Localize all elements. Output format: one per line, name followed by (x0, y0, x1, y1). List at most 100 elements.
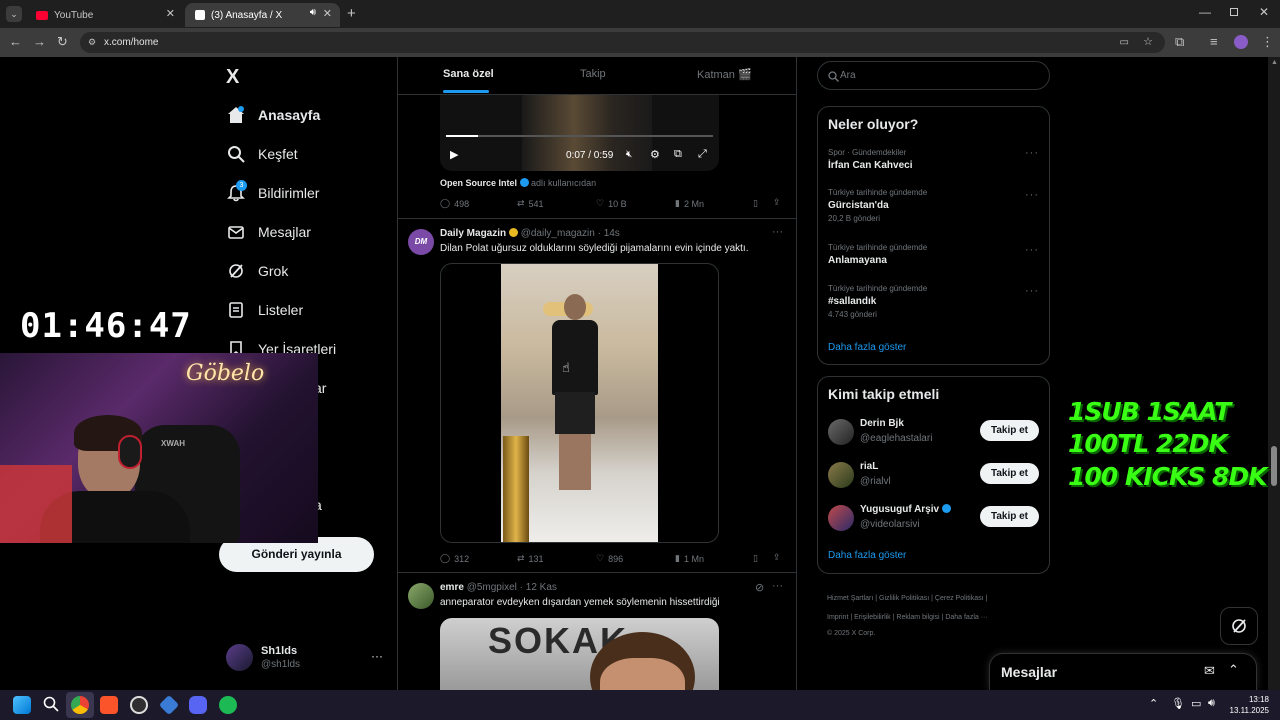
discord-icon[interactable] (189, 696, 207, 714)
tweet-3[interactable]: emre @5mgpixel · 12 Kas ⊘ ··· anneparato… (397, 573, 796, 690)
trend-item[interactable]: Türkiye tarihinde gündemde Gürcistan'da … (828, 188, 927, 223)
scroll-up-icon[interactable]: ▲ (1271, 59, 1278, 66)
reading-list-icon[interactable]: ≡ (1210, 34, 1218, 49)
tweet-media[interactable]: ☝ (440, 263, 719, 543)
author-name[interactable]: Daily Magazin (440, 228, 506, 239)
author-handle[interactable]: @5mgpixel (467, 582, 517, 593)
video-progress-track[interactable] (446, 135, 713, 137)
chevron-up-icon[interactable]: ⌃ (1149, 697, 1158, 710)
more-icon[interactable]: ··· (1025, 147, 1039, 159)
page-scrollbar[interactable]: ▲ (1268, 57, 1280, 690)
volume-icon[interactable]: 🔊︎ (1208, 697, 1215, 710)
share-icon[interactable]: ⇪ (773, 197, 781, 208)
tweet-time[interactable]: 14s (604, 228, 620, 239)
follow-button[interactable]: Takip et (980, 506, 1039, 527)
trend-item[interactable]: Türkiye tarihinde gündemde Anlamayana (828, 243, 927, 266)
obs-icon[interactable] (130, 696, 148, 714)
like-button[interactable]: ♡ 896 (596, 553, 623, 564)
avatar[interactable] (408, 583, 434, 609)
avatar[interactable]: DM (408, 229, 434, 255)
cast-icon[interactable]: ▭ (1120, 32, 1129, 53)
search-input[interactable]: Ara (817, 61, 1050, 90)
new-message-icon[interactable]: ✉ (1204, 663, 1215, 679)
back-icon[interactable]: ← (9, 34, 22, 49)
grok-floating-button[interactable] (1220, 607, 1258, 645)
x-logo-icon[interactable]: X (226, 66, 239, 89)
more-icon[interactable]: ··· (1025, 285, 1039, 297)
follow-name[interactable]: riaL (860, 461, 878, 472)
restore-button[interactable] (1230, 8, 1238, 16)
mute-icon[interactable]: 🔇︎ (626, 149, 632, 160)
views-button[interactable]: ▮ 1 Mn (675, 553, 704, 564)
tweet-1[interactable]: ▶ 0:07 / 0:59 🔇︎ ⚙ ⧉ ⤢ Open Source Intel… (397, 95, 796, 219)
reply-button[interactable]: ◯ 498 (440, 198, 469, 209)
follow-name[interactable]: Derin Bjk (860, 418, 904, 429)
footer-link[interactable]: Gizlilik Politikası (879, 595, 929, 602)
more-icon[interactable]: ··· (371, 649, 383, 663)
footer-link[interactable]: Erişilebilirlik (854, 614, 891, 621)
trend-item[interactable]: Türkiye tarihinde gündemde #sallandık 4.… (828, 284, 927, 319)
source-name[interactable]: Open Source Intel (440, 178, 517, 188)
extensions-icon[interactable]: ⧉ (1175, 34, 1184, 50)
more-icon[interactable]: ··· (772, 226, 783, 238)
footer-link[interactable]: Çerez Politikası (935, 595, 984, 602)
author-handle[interactable]: @daily_magazin (521, 228, 595, 239)
footer-link[interactable]: Hizmet Şartları (827, 595, 873, 602)
reload-icon[interactable]: ↻ (57, 34, 68, 50)
scrollbar-thumb[interactable] (1271, 446, 1277, 486)
views-button[interactable]: ▮ 2 Mn (675, 198, 704, 209)
taskbar-clock[interactable]: 13:18 13.11.2025 (1224, 694, 1269, 716)
retweet-button[interactable]: ⇄ 541 (517, 198, 544, 209)
tab-search-button[interactable]: ⌄ (6, 6, 22, 22)
author-name[interactable]: emre (440, 582, 464, 593)
bookmark-icon[interactable]: ▯ (753, 553, 758, 564)
site-info-icon[interactable]: ⚙ (88, 32, 96, 53)
show-more-link[interactable]: Daha fazla göster (828, 342, 906, 353)
menu-icon[interactable]: ⋮ (1261, 34, 1274, 50)
follow-name[interactable]: Yugusuguf Arşiv (860, 504, 951, 515)
retweet-button[interactable]: ⇄ 131 (517, 553, 544, 564)
address-bar[interactable]: ⚙ x.com/home ▭ ☆ (80, 32, 1165, 53)
like-button[interactable]: ♡ 10 B (596, 198, 627, 209)
windows-start-icon[interactable] (13, 696, 31, 714)
share-icon[interactable]: ⇪ (773, 552, 781, 563)
footer-link[interactable]: Reklam bilgisi (896, 614, 939, 621)
chrome-icon[interactable] (71, 696, 89, 714)
close-icon[interactable]: ✕ (166, 7, 175, 20)
sidebar-item-explore[interactable]: Keşfet (226, 144, 298, 164)
forward-icon[interactable]: → (33, 34, 46, 49)
fullscreen-icon[interactable]: ⤢ (698, 148, 707, 161)
profile-avatar[interactable] (1234, 35, 1248, 49)
avatar[interactable] (828, 462, 854, 488)
bookmark-icon[interactable]: ▯ (753, 198, 758, 209)
footer-link[interactable]: Daha fazla ··· (945, 614, 987, 621)
spotify-icon[interactable] (219, 696, 237, 714)
network-icon[interactable]: ▭ (1191, 697, 1201, 710)
tweet-time[interactable]: 12 Kas (526, 582, 557, 593)
tab-layer[interactable]: Katman 🎬 (697, 68, 752, 81)
sidebar-item-notifications[interactable]: Bildirimler 3 (226, 180, 319, 203)
search-icon[interactable] (43, 696, 59, 717)
speaker-icon[interactable]: 🔊︎ (310, 7, 316, 18)
video-player[interactable]: ▶ 0:07 / 0:59 🔇︎ ⚙ ⧉ ⤢ (440, 95, 719, 171)
settings-icon[interactable]: ⚙ (650, 148, 660, 161)
app-icon[interactable] (158, 694, 180, 716)
sidebar-item-lists[interactable]: Listeler (226, 300, 303, 320)
brave-icon[interactable] (100, 696, 118, 714)
avatar[interactable] (828, 419, 854, 445)
tab-following[interactable]: Takip (580, 68, 606, 80)
reply-button[interactable]: ◯ 312 (440, 553, 469, 564)
sidebar-item-messages[interactable]: Mesajlar (226, 222, 311, 242)
tab-youtube[interactable]: YouTube ✕ (26, 3, 183, 27)
sidebar-item-home[interactable]: Anasayfa (226, 105, 320, 125)
close-window-button[interactable]: ✕ (1259, 5, 1269, 19)
show-more-link[interactable]: Daha fazla göster (828, 550, 906, 561)
tweet-media[interactable]: SOKAK (440, 618, 719, 690)
tab-for-you[interactable]: Sana özel (443, 68, 494, 80)
tab-x-home[interactable]: (3) Anasayfa / X 🔊︎ ✕ (185, 3, 340, 27)
chevron-up-icon[interactable]: ⌃ (1228, 662, 1239, 678)
more-icon[interactable]: ··· (1025, 189, 1039, 201)
follow-button[interactable]: Takip et (980, 420, 1039, 441)
microphone-icon[interactable]: 🎙︎ (1171, 697, 1185, 710)
trend-item[interactable]: Spor · Gündemdekiler İrfan Can Kahveci (828, 148, 912, 171)
